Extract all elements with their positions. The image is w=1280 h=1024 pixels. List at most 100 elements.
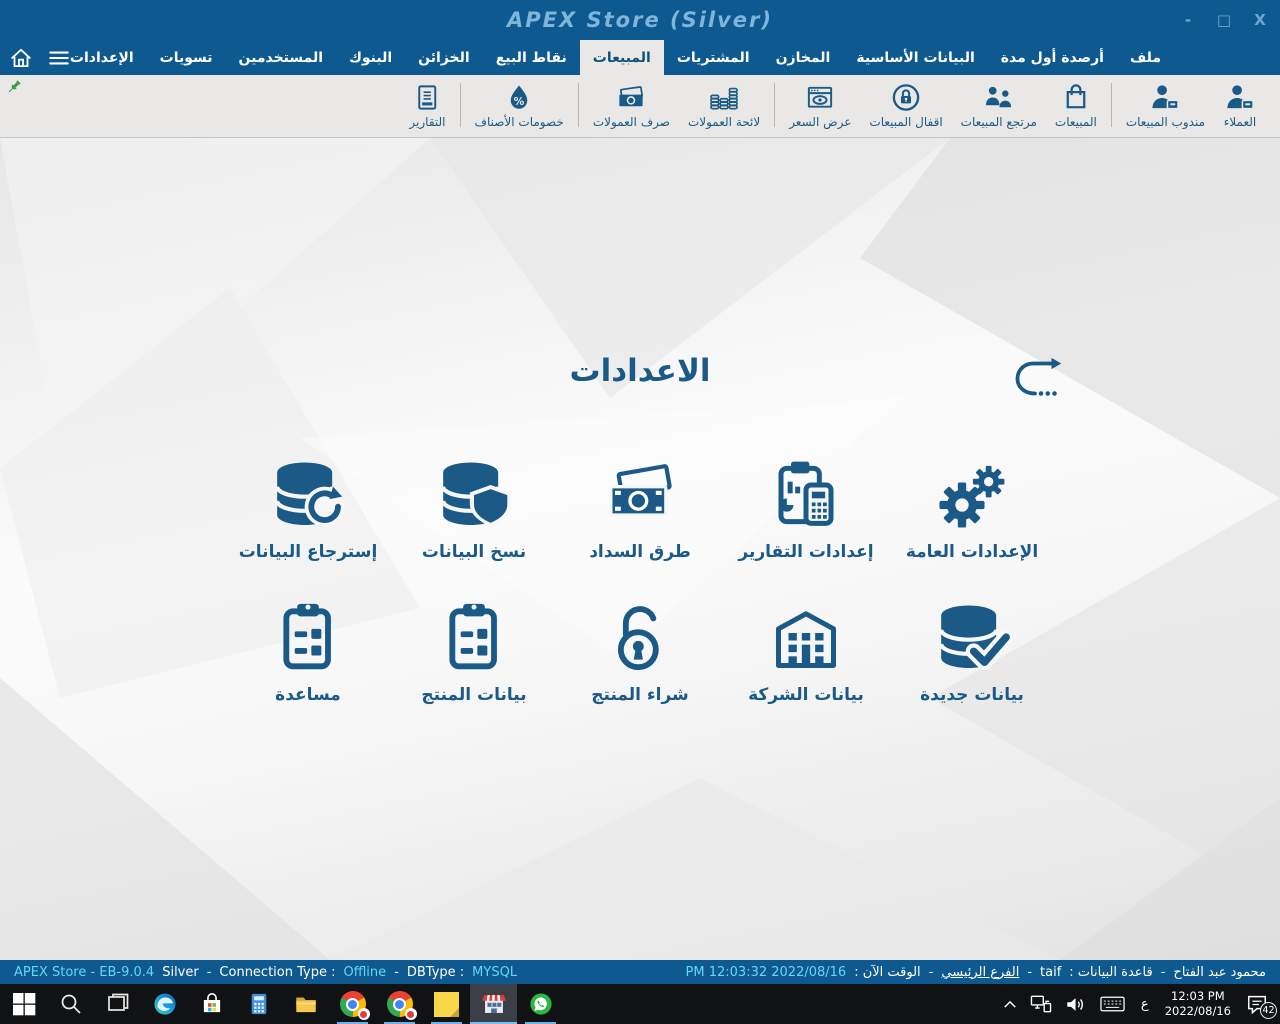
main-content: الاعدادات — [0, 138, 1280, 960]
company-data-icon — [766, 598, 846, 678]
taskbar-edge[interactable] — [141, 984, 188, 1024]
windows-taskbar: ع 12:03 PM 2022/08/16 42 — [0, 984, 1280, 1024]
status-branch-link[interactable]: الفرع الرئيسي — [941, 965, 1019, 980]
ribbon-sales-button[interactable]: المبيعات — [1046, 80, 1106, 137]
tile-help[interactable]: مساعدة — [225, 598, 391, 705]
notification-count-badge: 42 — [1260, 1002, 1277, 1019]
reports-icon — [410, 82, 444, 113]
ribbon-group-sales: المبيعات مرتجع المبيعات اقفال المبيعات — [780, 80, 1106, 137]
ribbon-reports-button[interactable]: التقارير — [400, 80, 454, 137]
status-connection-value: Offline — [343, 965, 386, 980]
general-settings-icon — [932, 455, 1012, 535]
status-dash: - — [394, 965, 399, 980]
ribbon-group-reports: التقارير — [400, 80, 454, 137]
taskbar-sticky-notes[interactable] — [423, 984, 470, 1024]
system-tray: ع 12:03 PM 2022/08/16 42 — [997, 984, 1280, 1024]
menu-item-basic-data[interactable]: البيانات الأساسية — [843, 40, 987, 75]
new-data-icon — [932, 598, 1012, 678]
help-icon — [268, 598, 348, 678]
status-dash: - — [1161, 965, 1166, 980]
tray-chevron-up-icon[interactable] — [1003, 1000, 1017, 1009]
ribbon-price-view-button[interactable]: عرض السعر — [780, 80, 860, 137]
taskbar-file-explorer[interactable] — [282, 984, 329, 1024]
network-icon[interactable] — [1030, 994, 1052, 1014]
touch-keyboard-icon[interactable] — [1100, 996, 1125, 1012]
price-view-icon — [803, 82, 837, 113]
status-connection-label: Connection Type : — [219, 965, 335, 980]
app-window: APEX Store (Silver) - □ X ملف أرصدة أول … — [0, 0, 1280, 1024]
menu-item-purchases[interactable]: المشتريات — [664, 40, 763, 75]
status-dbtype-value: MYSQL — [472, 965, 517, 980]
maximize-button[interactable]: □ — [1214, 11, 1234, 29]
item-discounts-icon: % — [502, 82, 536, 113]
tile-new-data[interactable]: بيانات جديدة — [889, 598, 1055, 705]
product-data-icon — [434, 598, 514, 678]
taskbar-chrome-2[interactable] — [376, 984, 423, 1024]
close-button[interactable]: X — [1250, 11, 1270, 29]
pushpin-icon[interactable] — [5, 78, 23, 96]
home-icon[interactable] — [6, 43, 36, 73]
statusbar: APEX Store - EB-9.0.4 Silver - Connectio… — [0, 960, 1280, 984]
task-view-button[interactable] — [94, 984, 141, 1024]
ribbon-sales-return-button[interactable]: مرتجع المبيعات — [952, 80, 1046, 137]
taskbar-calculator[interactable] — [235, 984, 282, 1024]
ribbon-sales-lock-button[interactable]: اقفال المبيعات — [860, 80, 951, 137]
edge-icon — [152, 991, 178, 1017]
ribbon-customers-button[interactable]: العملاء — [1214, 80, 1266, 137]
ribbon-commission-pay-button[interactable]: صرف العمولات — [584, 80, 679, 137]
menu-item-pos[interactable]: نقاط البيع — [483, 40, 580, 75]
minimize-button[interactable]: - — [1178, 11, 1198, 29]
taskbar-whatsapp[interactable] — [517, 984, 564, 1024]
status-dash: - — [929, 965, 934, 980]
menu-item-users[interactable]: المستخدمين — [226, 40, 337, 75]
language-indicator[interactable]: ع — [1138, 997, 1152, 1012]
chrome-badge — [405, 1008, 417, 1020]
taskbar-chrome-1[interactable] — [329, 984, 376, 1024]
ribbon-sales-rep-button[interactable]: مندوب المبيعات — [1117, 80, 1214, 137]
taskbar-apex-store-active[interactable] — [470, 984, 517, 1024]
menu-item-warehouses[interactable]: المخازن — [763, 40, 844, 75]
menu-item-safes[interactable]: الخزائن — [405, 40, 483, 75]
settings-tiles-grid: الإعدادات العامة إعدادات التقارير — [225, 455, 1055, 705]
sticky-notes-icon — [434, 992, 459, 1017]
ribbon-group-discounts: % خصومات الأصناف — [466, 80, 573, 137]
status-app-info: APEX Store - EB-9.0.4 Silver - Connectio… — [10, 965, 521, 980]
report-settings-icon — [766, 455, 846, 535]
ribbon-item-discounts-button[interactable]: % خصومات الأصناف — [466, 80, 573, 137]
ribbon-separator — [774, 83, 775, 127]
tile-payment-methods[interactable]: طرق السداد — [557, 455, 723, 562]
taskbar-microsoft-store[interactable] — [188, 984, 235, 1024]
whatsapp-icon — [528, 991, 554, 1017]
ribbon-separator — [460, 83, 461, 127]
window-title: APEX Store (Silver) — [0, 0, 1280, 40]
menu-item-adjustments[interactable]: تسويات — [147, 40, 226, 75]
hamburger-menu-icon[interactable] — [44, 43, 74, 73]
tile-product-purchase[interactable]: شراء المنتج — [557, 598, 723, 705]
start-button[interactable] — [0, 984, 47, 1024]
ribbon-group-commissions: لائحة العمولات صرف العمولات — [584, 80, 769, 137]
volume-icon[interactable] — [1065, 995, 1087, 1014]
tile-company-data[interactable]: بيانات الشركة — [723, 598, 889, 705]
tray-clock[interactable]: 12:03 PM 2022/08/16 — [1165, 989, 1231, 1019]
refresh-arrow-icon[interactable] — [1008, 350, 1062, 404]
status-dash: - — [1027, 965, 1032, 980]
action-center-button[interactable]: 42 — [1244, 992, 1270, 1016]
tile-product-data[interactable]: بيانات المنتج — [391, 598, 557, 705]
menu-item-banks[interactable]: البنوك — [336, 40, 405, 75]
ribbon-commission-list-button[interactable]: لائحة العمولات — [679, 80, 769, 137]
tile-backup-data[interactable]: نسخ البيانات — [391, 455, 557, 562]
menu-item-sales[interactable]: المبيعات — [580, 40, 664, 75]
menu-item-opening-balances[interactable]: أرصدة أول مدة — [988, 40, 1117, 75]
taskbar-search-button[interactable] — [47, 984, 94, 1024]
menu-item-file[interactable]: ملف — [1117, 40, 1174, 75]
status-user: محمود عبد الفتاح — [1173, 965, 1266, 980]
sales-bag-icon — [1059, 82, 1093, 113]
search-icon — [58, 991, 84, 1017]
tile-general-settings[interactable]: الإعدادات العامة — [889, 455, 1055, 562]
tile-report-settings[interactable]: إعدادات التقارير — [723, 455, 889, 562]
status-dbtype-label: DBType : — [407, 965, 464, 980]
tile-restore-data[interactable]: إسترجاع البيانات — [225, 455, 391, 562]
customers-icon — [1223, 82, 1257, 113]
page-title: الاعدادات — [0, 353, 1280, 389]
payment-methods-icon — [600, 455, 680, 535]
